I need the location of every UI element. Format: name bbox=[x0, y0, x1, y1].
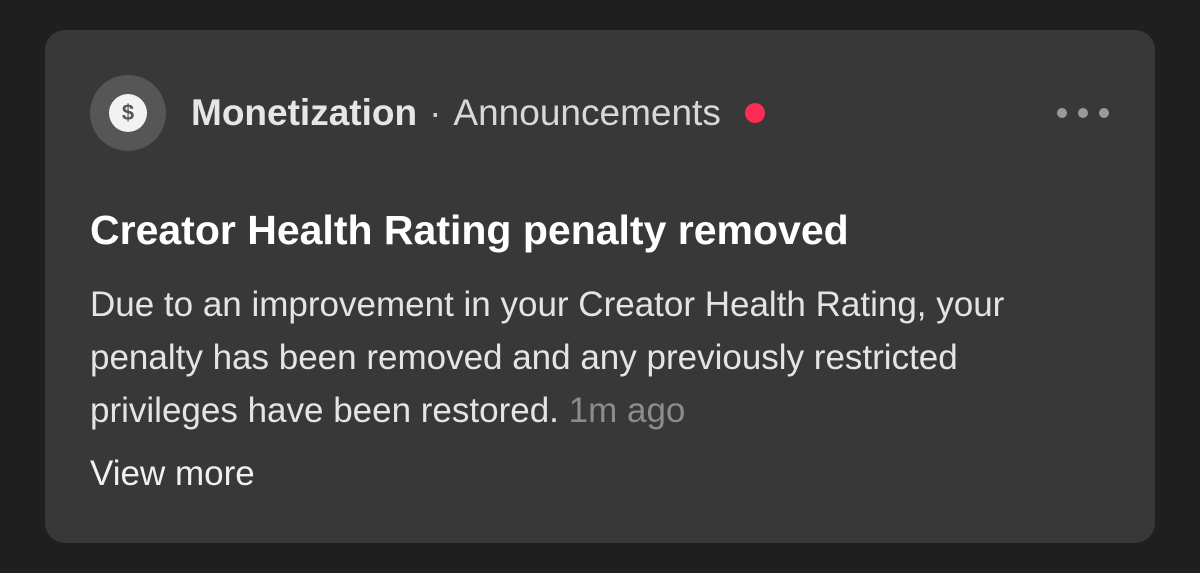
more-dot-icon bbox=[1099, 108, 1109, 118]
view-more-link[interactable]: View more bbox=[90, 450, 255, 498]
source-name: Monetization bbox=[191, 92, 418, 133]
notification-title: Creator Health Rating penalty removed bbox=[90, 207, 849, 253]
dollar-icon: $ bbox=[109, 94, 147, 132]
monetization-avatar: $ bbox=[90, 75, 166, 151]
notification-header: Monetization · Announcements bbox=[191, 90, 765, 136]
more-options-button[interactable] bbox=[1057, 100, 1109, 126]
unread-dot-icon bbox=[744, 103, 765, 123]
notification-message: Due to an improvement in your Creator He… bbox=[90, 285, 1005, 430]
notification-card[interactable]: $ Monetization · Announcements Creator H… bbox=[45, 30, 1155, 543]
header-separator: · bbox=[429, 92, 442, 133]
more-dot-icon bbox=[1057, 108, 1067, 118]
more-dot-icon bbox=[1078, 108, 1088, 118]
category-label: Announcements bbox=[453, 92, 721, 133]
notification-body: Due to an improvement in your Creator He… bbox=[90, 278, 1090, 437]
notification-timestamp: 1m ago bbox=[568, 391, 686, 430]
